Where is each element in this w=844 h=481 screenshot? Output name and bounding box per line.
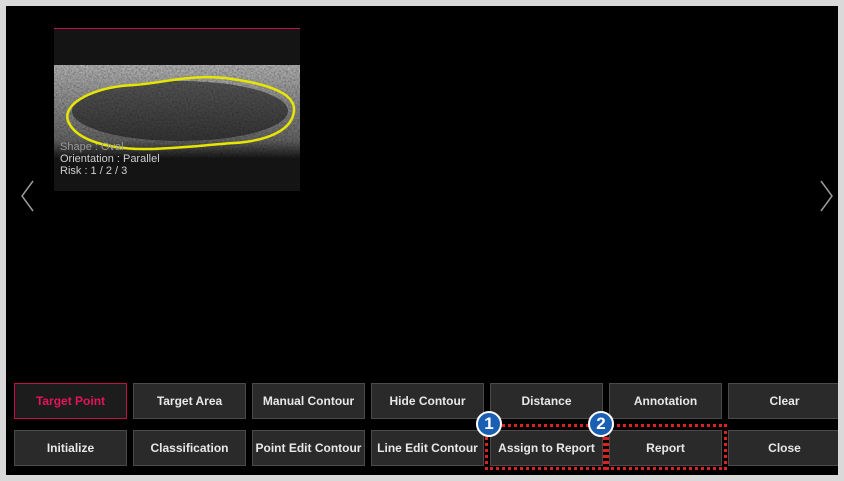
callout-highlight-assign <box>485 424 606 470</box>
distance-button[interactable]: Distance <box>490 383 603 419</box>
close-button[interactable]: Close <box>728 430 838 466</box>
manual-contour-button[interactable]: Manual Contour <box>252 383 365 419</box>
callout-highlight-report <box>606 424 727 470</box>
line-edit-contour-button[interactable]: Line Edit Contour <box>371 430 484 466</box>
classification-button[interactable]: Classification <box>133 430 246 466</box>
risk-label: Risk : 1 / 2 / 3 <box>60 165 128 177</box>
ultrasound-screen: Shape : Oval Orientation : Parallel Risk… <box>6 6 838 475</box>
annotation-button[interactable]: Annotation <box>609 383 722 419</box>
target-point-button[interactable]: Target Point <box>14 383 127 419</box>
target-area-button[interactable]: Target Area <box>133 383 246 419</box>
chevron-right-icon[interactable] <box>816 178 836 214</box>
clear-button[interactable]: Clear <box>728 383 838 419</box>
orientation-label: Orientation : Parallel <box>60 153 160 165</box>
shape-label: Shape : Oval <box>60 141 124 153</box>
callout-badge-1: 1 <box>476 411 502 437</box>
chevron-left-icon[interactable] <box>18 178 38 214</box>
point-edit-contour-button[interactable]: Point Edit Contour <box>252 430 365 466</box>
initialize-button[interactable]: Initialize <box>14 430 127 466</box>
lesion-info: Shape : Oval Orientation : Parallel Risk… <box>60 141 160 177</box>
hide-contour-button[interactable]: Hide Contour <box>371 383 484 419</box>
lesion-thumbnail[interactable]: Shape : Oval Orientation : Parallel Risk… <box>54 28 300 191</box>
callout-badge-2: 2 <box>588 411 614 437</box>
